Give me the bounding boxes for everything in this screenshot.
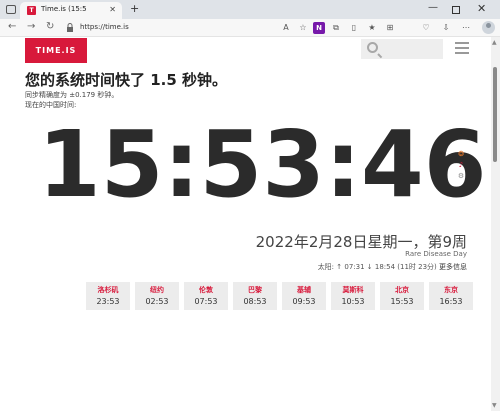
- city-time: 08:53: [243, 297, 267, 306]
- sync-accuracy: 同步精确度为 ±0.179 秒钟。: [25, 91, 119, 99]
- browser-tab[interactable]: T Time.is (15:5 ✕: [20, 2, 122, 19]
- split-screen-icon[interactable]: ▯: [348, 22, 360, 34]
- clock-offset-headline: 您的系统时间快了 1.5 秒钟。: [25, 71, 228, 89]
- city-time: 23:53: [96, 297, 120, 306]
- city-name: 基辅: [297, 286, 311, 294]
- side-icons: ❂ ♪ ⚙: [457, 150, 465, 183]
- city-name: 伦敦: [199, 286, 213, 294]
- browser-essentials-icon[interactable]: ♡: [420, 22, 432, 34]
- url-field[interactable]: https://time.is: [80, 23, 129, 31]
- downloads-icon[interactable]: ⇩: [440, 22, 452, 34]
- sun-info: 太阳: ↑ 07:31 ↓ 18:54 (11时 23分) 更多信息: [318, 262, 467, 272]
- back-icon[interactable]: ←: [8, 21, 16, 32]
- city-name: 东京: [444, 286, 458, 294]
- notification-icon[interactable]: ♪: [457, 161, 465, 169]
- city-name: 莫斯科: [342, 286, 364, 294]
- site-logo[interactable]: TIME.IS: [25, 38, 87, 63]
- favorites-icon[interactable]: ★: [366, 22, 378, 34]
- window-close-button[interactable]: ✕: [477, 2, 486, 15]
- city-name: 巴黎: [248, 286, 262, 294]
- onenote-icon[interactable]: N: [313, 22, 325, 34]
- read-aloud-icon[interactable]: A: [280, 22, 292, 34]
- scroll-up-icon[interactable]: ▲: [492, 39, 497, 46]
- city-name: 纽约: [150, 286, 164, 294]
- menu-icon[interactable]: [455, 42, 469, 54]
- city-clock-los-angeles[interactable]: 洛杉矶 23:53: [86, 282, 130, 310]
- forward-icon[interactable]: →: [27, 21, 35, 32]
- more-info-link[interactable]: 更多信息: [439, 263, 467, 271]
- scroll-down-icon[interactable]: ▼: [492, 402, 497, 409]
- maximize-button[interactable]: [452, 6, 460, 14]
- city-time: 10:53: [341, 297, 365, 306]
- browser-tab-bar: T Time.is (15:5 ✕ + — ✕: [0, 0, 500, 19]
- tab-favicon: T: [27, 6, 36, 15]
- profile-icon[interactable]: [482, 21, 495, 34]
- city-time: 16:53: [439, 297, 463, 306]
- sun-times: ↑ 07:31 ↓ 18:54 (11时 23分): [336, 263, 437, 271]
- city-clock-paris[interactable]: 巴黎 08:53: [233, 282, 277, 310]
- favorite-star-icon[interactable]: ☆: [297, 22, 309, 34]
- city-time: 07:53: [194, 297, 218, 306]
- share-icon[interactable]: ❂: [457, 150, 465, 158]
- holiday-link[interactable]: Rare Disease Day: [405, 250, 467, 258]
- window-icon[interactable]: [6, 5, 16, 14]
- minimize-button[interactable]: —: [428, 2, 438, 13]
- city-clock-london[interactable]: 伦敦 07:53: [184, 282, 228, 310]
- search-input[interactable]: [361, 39, 443, 59]
- scrollbar-thumb[interactable]: [493, 67, 497, 162]
- current-date: 2022年2月28日星期一，第9周: [255, 233, 467, 251]
- more-icon[interactable]: ⋯: [460, 22, 472, 34]
- city-clock-beijing[interactable]: 北京 15:53: [380, 282, 424, 310]
- address-bar: ← → ↻ https://time.is A ☆ N ⧉ ▯ ★ ⊞ ♡ ⇩ …: [0, 19, 500, 37]
- city-name: 洛杉矶: [97, 286, 119, 294]
- tab-close-icon[interactable]: ✕: [109, 5, 116, 14]
- city-name: 北京: [395, 286, 409, 294]
- city-clock-kyiv[interactable]: 基辅 09:53: [282, 282, 326, 310]
- sun-label: 太阳:: [317, 263, 335, 271]
- vertical-scrollbar[interactable]: ▲ ▼: [491, 37, 500, 411]
- lock-icon[interactable]: [66, 23, 74, 32]
- city-time: 02:53: [145, 297, 169, 306]
- city-clock-tokyo[interactable]: 东京 16:53: [429, 282, 473, 310]
- new-tab-button[interactable]: +: [130, 2, 139, 15]
- city-time: 09:53: [292, 297, 316, 306]
- time-is-page: TIME.IS 您的系统时间快了 1.5 秒钟。 同步精确度为 ±0.179 秒…: [0, 37, 491, 411]
- settings-icon[interactable]: ⚙: [457, 172, 465, 180]
- refresh-icon[interactable]: ↻: [46, 21, 54, 32]
- city-clock-new-york[interactable]: 纽约 02:53: [135, 282, 179, 310]
- city-clock-moscow[interactable]: 莫斯科 10:53: [331, 282, 375, 310]
- city-time: 15:53: [390, 297, 414, 306]
- current-time-label: 现在的中国时间:: [25, 101, 77, 109]
- main-clock: 15:53:46: [38, 111, 487, 218]
- search-icon: [367, 42, 378, 53]
- tab-title: Time.is (15:5: [41, 5, 87, 13]
- collections-icon[interactable]: ⊞: [384, 22, 396, 34]
- extensions-icon[interactable]: ⧉: [330, 22, 342, 34]
